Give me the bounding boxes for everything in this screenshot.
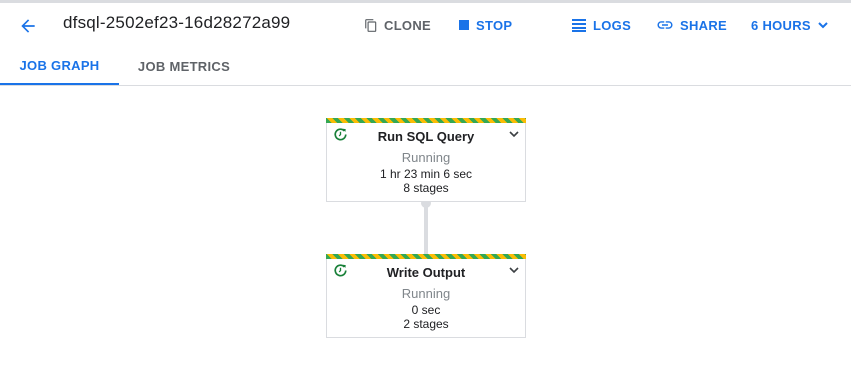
share-button[interactable]: SHARE — [656, 15, 727, 35]
stop-button-label: STOP — [476, 17, 513, 33]
logs-button-label: LOGS — [593, 17, 632, 33]
node-state: Running — [401, 150, 451, 165]
job-header: dfsql-2502ef23-16d28272a99 CLONE STOP LO… — [0, 3, 851, 47]
share-button-label: SHARE — [680, 17, 728, 33]
chevron-down-icon — [817, 19, 829, 31]
node-duration: 1 hr 23 min 6 sec — [379, 167, 473, 181]
tab-job-metrics-label: JOB METRICS — [137, 59, 231, 74]
arrow-back-icon — [21, 19, 35, 33]
graph-edge — [424, 201, 428, 255]
node-duration: 0 sec — [411, 303, 441, 317]
node-stage-count: 8 stages — [403, 181, 449, 195]
stop-button[interactable]: STOP — [458, 15, 512, 35]
graph-node-run-sql-query[interactable]: Run SQL Query Running 1 hr 23 min 6 sec … — [326, 118, 526, 202]
list-lines-icon — [571, 18, 587, 32]
link-icon — [656, 16, 674, 34]
copy-icon — [364, 18, 378, 33]
time-range-dropdown[interactable]: 6 HOURS — [751, 15, 829, 35]
node-title: Write Output — [386, 265, 466, 280]
node-title: Run SQL Query — [377, 129, 475, 144]
stop-square-icon — [458, 19, 470, 31]
time-range-label: 6 HOURS — [751, 17, 811, 33]
node-state: Running — [401, 286, 451, 301]
clone-button-label: CLONE — [384, 17, 431, 33]
tab-job-metrics[interactable]: JOB METRICS — [124, 48, 244, 85]
running-progress-stripe — [326, 118, 526, 123]
tab-job-graph-label: JOB GRAPH — [19, 58, 100, 73]
clone-button[interactable]: CLONE — [364, 15, 431, 35]
dataflow-job-page: dfsql-2502ef23-16d28272a99 CLONE STOP LO… — [0, 0, 851, 365]
node-stage-count: 2 stages — [403, 317, 449, 331]
tab-bar: JOB GRAPH JOB METRICS — [0, 48, 851, 86]
graph-node-write-output[interactable]: Write Output Running 0 sec 2 stages — [326, 254, 526, 338]
job-name-title: dfsql-2502ef23-16d28272a99 — [63, 13, 291, 32]
logs-button[interactable]: LOGS — [571, 15, 631, 35]
tab-job-graph[interactable]: JOB GRAPH — [0, 48, 119, 85]
back-button[interactable] — [14, 12, 42, 40]
running-progress-stripe — [326, 254, 526, 259]
